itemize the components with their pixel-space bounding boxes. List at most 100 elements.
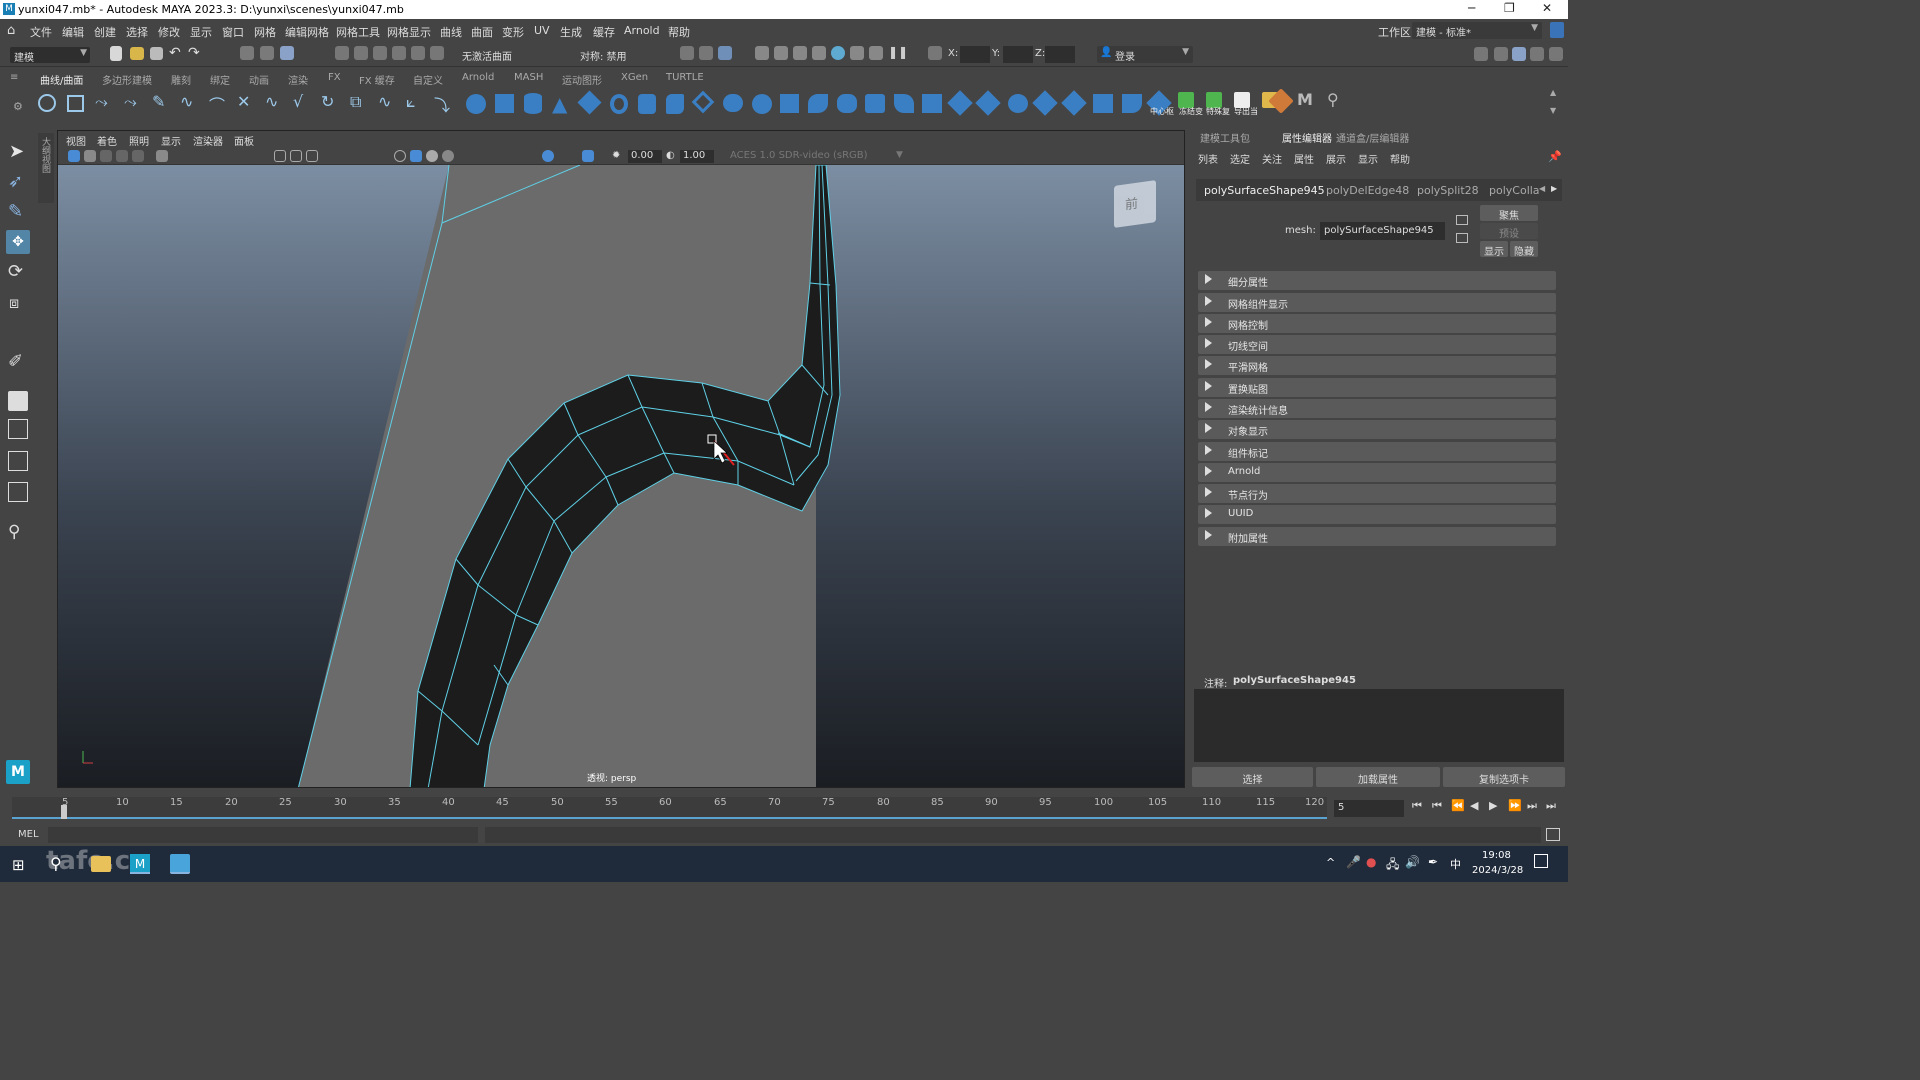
search-taskbar-icon[interactable]: ⚲: [50, 854, 62, 873]
y-field[interactable]: [1003, 46, 1033, 63]
vp-menu-view[interactable]: 视图: [66, 133, 86, 148]
shelf-tab-motion-graphics[interactable]: 运动图形: [562, 72, 602, 87]
tab-modeling-toolkit[interactable]: 建模工具包: [1200, 130, 1250, 145]
color-space-field[interactable]: ACES 1.0 SDR-video (sRGB): [730, 150, 868, 161]
ae-menu-display[interactable]: 显示: [1358, 151, 1378, 166]
ep-curve-icon[interactable]: ⤳: [124, 92, 137, 112]
snap-edge-icon[interactable]: [430, 46, 444, 60]
viewport-canvas[interactable]: 前 透视: persp: [58, 165, 1184, 787]
undo-icon[interactable]: ↶: [169, 45, 181, 61]
node-tab-deledge[interactable]: polyDelEdge48: [1326, 184, 1409, 197]
restore-icon[interactable]: ❐: [1504, 1, 1515, 15]
redo-icon[interactable]: ↷: [188, 45, 200, 61]
nurbs-cylinder-icon[interactable]: [524, 93, 542, 114]
render-sequence-icon[interactable]: [850, 46, 864, 60]
ae-menu-list[interactable]: 列表: [1198, 151, 1218, 166]
exposure-field[interactable]: 1.00: [680, 150, 714, 163]
shelf-gear-icon[interactable]: ⚙: [13, 100, 23, 113]
go-to-start-icon[interactable]: ⏮: [1412, 799, 1422, 813]
square-surface-icon[interactable]: [837, 94, 857, 113]
channel-box-icon[interactable]: [1530, 47, 1544, 61]
move-tool-icon[interactable]: ✥: [6, 230, 30, 254]
section-mesh-controls[interactable]: 网格控制: [1198, 314, 1556, 333]
textured-icon[interactable]: [442, 150, 454, 162]
ime-indicator[interactable]: 中: [1450, 856, 1461, 872]
lock-icon[interactable]: [1550, 22, 1564, 38]
snap-point-icon[interactable]: [373, 46, 387, 60]
shelf-tab-turtle[interactable]: TURTLE: [666, 72, 704, 83]
last-tool-icon[interactable]: ✐: [8, 351, 23, 372]
shelf-tab-xgen[interactable]: XGen: [621, 72, 648, 83]
maya-home-icon[interactable]: M: [6, 760, 30, 784]
select-component-icon[interactable]: [280, 46, 294, 60]
single-pane-icon[interactable]: [8, 391, 28, 411]
vp-menu-lighting[interactable]: 照明: [129, 133, 149, 148]
gamma-field[interactable]: 0.00: [628, 150, 662, 163]
copy-tab-button[interactable]: 复制选项卡: [1443, 767, 1565, 787]
mesh-name-field[interactable]: polySurfaceShape945: [1320, 222, 1445, 240]
shelf-tab-arnold[interactable]: Arnold: [462, 72, 494, 83]
bevel-plus-icon[interactable]: [780, 94, 799, 113]
menu-surfaces[interactable]: 曲面: [471, 24, 493, 40]
transform-field-icon[interactable]: [928, 46, 942, 60]
ae-menu-help[interactable]: 帮助: [1390, 151, 1410, 166]
nurbs-square-icon[interactable]: [67, 95, 84, 112]
nurbs-cube-icon[interactable]: [495, 94, 514, 113]
windows-start-icon[interactable]: ⊞: [12, 856, 25, 874]
menu-file[interactable]: 文件: [30, 24, 52, 40]
four-pane-icon[interactable]: [8, 419, 28, 439]
menu-modify[interactable]: 修改: [158, 24, 180, 40]
node-tab-split[interactable]: polySplit28: [1417, 184, 1479, 197]
select-hierarchy-icon[interactable]: [240, 46, 254, 60]
paint-select-icon[interactable]: ✎: [8, 201, 23, 222]
x-field[interactable]: [960, 46, 990, 63]
add-points-icon[interactable]: ⟀: [406, 92, 416, 112]
surface-editing-icon[interactable]: [1122, 94, 1142, 113]
menu-window[interactable]: 窗口: [222, 24, 244, 40]
chevron-down-icon[interactable]: ▼: [896, 150, 903, 160]
image-plane-icon[interactable]: [100, 150, 112, 162]
rebuild-surface-icon[interactable]: [1061, 90, 1087, 116]
camera-bookmark-icon[interactable]: [84, 150, 96, 162]
section-object-display[interactable]: 对象显示: [1198, 420, 1556, 439]
node-tab-collapse[interactable]: polyCollap: [1489, 184, 1539, 197]
play-forward-icon[interactable]: ▶: [1489, 799, 1497, 812]
nurbs-sphere-icon[interactable]: [466, 94, 486, 114]
extend-surface-icon[interactable]: [975, 90, 1001, 116]
render-settings-icon[interactable]: [793, 46, 807, 60]
shelf-scroll-down-icon[interactable]: ▼: [1550, 106, 1556, 115]
trim-icon[interactable]: [922, 94, 942, 113]
mode-dropdown[interactable]: 建模 ▼: [10, 47, 90, 64]
symmetry-field[interactable]: 对称: 禁用: [580, 48, 627, 63]
extend-curve-icon[interactable]: ↻: [321, 92, 334, 111]
tab-attribute-editor[interactable]: 属性编辑器: [1282, 130, 1332, 145]
select-node-icon[interactable]: [1456, 215, 1468, 225]
construction-history-icon[interactable]: [718, 46, 732, 60]
section-render-stats[interactable]: 渲染统计信息: [1198, 399, 1556, 418]
select-tool-icon[interactable]: ➤: [9, 141, 24, 162]
mel-input[interactable]: [48, 827, 478, 843]
tab-channel-box[interactable]: 通道盒/层编辑器: [1336, 130, 1409, 145]
show-button[interactable]: 显示: [1480, 241, 1508, 258]
vp-menu-panels[interactable]: 面板: [234, 133, 254, 148]
two-pane-icon[interactable]: [8, 451, 28, 471]
file-explorer-icon[interactable]: [91, 856, 111, 872]
menu-arnold[interactable]: Arnold: [624, 24, 660, 37]
xray-icon[interactable]: [542, 150, 554, 162]
curve-editing-icon[interactable]: ⤵: [434, 92, 450, 116]
preset-button[interactable]: 预设: [1480, 223, 1538, 240]
live-surface-field[interactable]: 无激活曲面: [462, 48, 512, 63]
menu-cache[interactable]: 缓存: [593, 24, 615, 40]
film-gate-icon[interactable]: [290, 150, 302, 162]
shelf-tab-rendering[interactable]: 渲染: [288, 72, 308, 87]
layer-editor-icon[interactable]: [1549, 47, 1563, 61]
ae-menu-show[interactable]: 展示: [1326, 151, 1346, 166]
microphone-icon[interactable]: 🎤: [1346, 855, 1361, 869]
tray-app-icon[interactable]: ●: [1366, 855, 1376, 869]
tab-scroll-right-icon[interactable]: ▶: [1551, 184, 1557, 193]
clock-time[interactable]: 19:08: [1482, 850, 1511, 861]
menu-mesh[interactable]: 网格: [254, 24, 276, 40]
vp-menu-renderer[interactable]: 渲染器: [193, 133, 223, 148]
section-tangent-space[interactable]: 切线空间: [1198, 335, 1556, 354]
shelf-menu-icon[interactable]: ≡: [10, 72, 18, 83]
